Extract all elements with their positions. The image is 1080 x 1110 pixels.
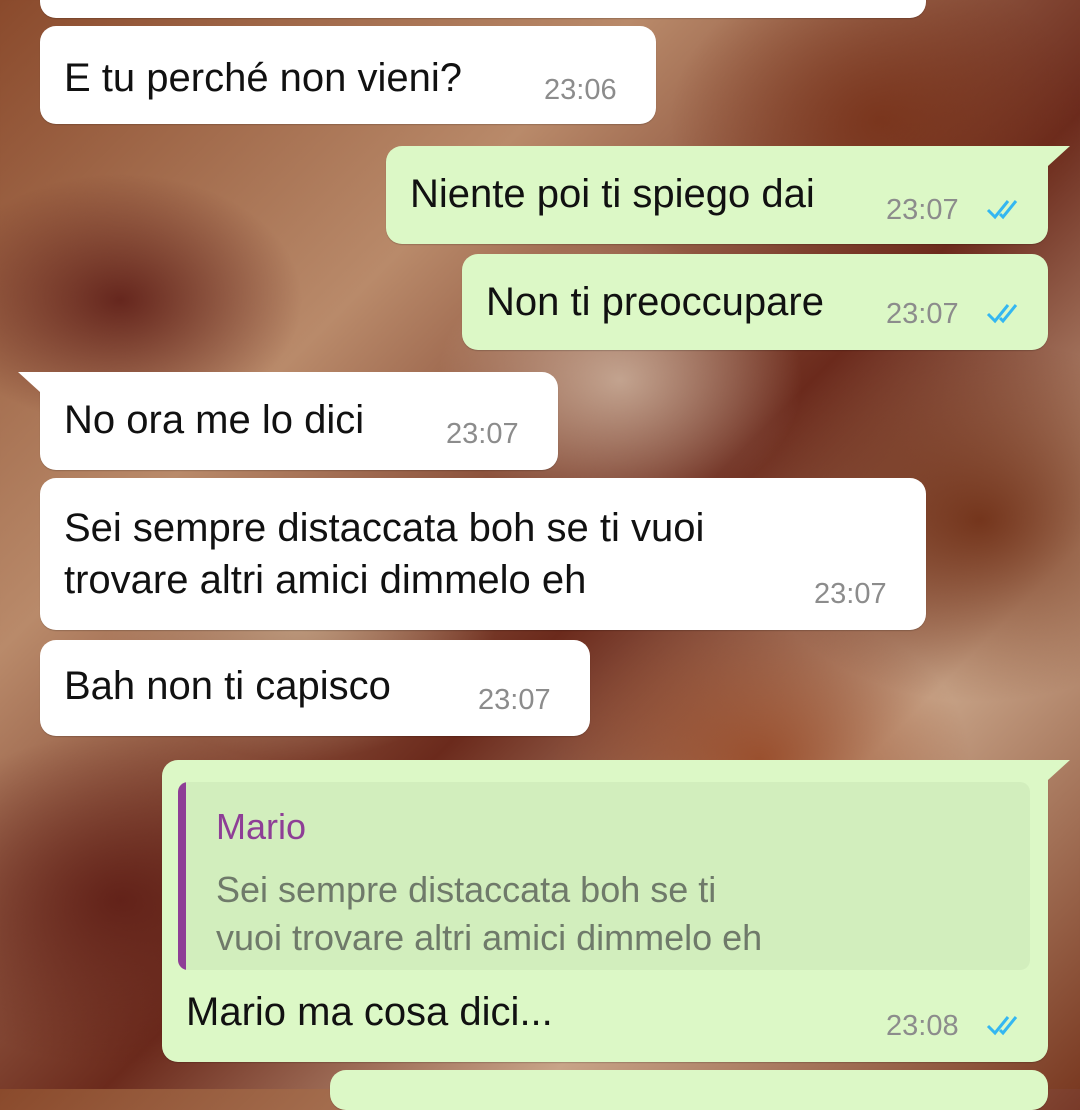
message-time: 23:07 (446, 418, 519, 450)
message-time: 23:07 (886, 298, 959, 330)
double-check-icon (986, 200, 1018, 220)
double-check-icon (986, 304, 1018, 324)
message-text: Non ti preoccupare (486, 280, 824, 324)
message-bubble-partial-bottom[interactable] (330, 1070, 1048, 1110)
bubble-tail (18, 372, 40, 392)
message-bubble-incoming[interactable]: No ora me lo dici 23:07 (40, 372, 558, 470)
message-bubble-partial-top[interactable] (40, 0, 926, 18)
quote-accent-bar (178, 782, 186, 970)
message-text: Sei sempre distaccata boh se ti vuoi tro… (64, 506, 705, 602)
quote-text: Sei sempre distaccata boh se ti vuoi tro… (216, 869, 763, 958)
message-time: 23:07 (886, 194, 959, 226)
quote-author: Mario (216, 806, 307, 847)
message-bubble-incoming[interactable]: E tu perché non vieni? 23:06 (40, 26, 656, 124)
message-text: Bah non ti capisco (64, 664, 391, 708)
message-time: 23:07 (478, 684, 551, 716)
bubble-tail (1048, 760, 1070, 780)
message-text: No ora me lo dici (64, 398, 365, 442)
reply-quote[interactable]: Mario Sei sempre distaccata boh se ti vu… (178, 782, 1030, 970)
message-bubble-outgoing[interactable]: Non ti preoccupare 23:07 (462, 254, 1048, 350)
double-check-icon (986, 1016, 1018, 1036)
message-text: Niente poi ti spiego dai (410, 172, 815, 216)
message-time: 23:07 (814, 578, 887, 610)
message-text: E tu perché non vieni? (64, 56, 463, 100)
message-time: 23:08 (886, 1010, 959, 1042)
message-bubble-outgoing-reply[interactable]: Mario Sei sempre distaccata boh se ti vu… (162, 760, 1048, 1062)
message-text: Mario ma cosa dici... (186, 990, 553, 1034)
message-bubble-incoming[interactable]: Bah non ti capisco 23:07 (40, 640, 590, 736)
message-bubble-outgoing[interactable]: Niente poi ti spiego dai 23:07 (386, 146, 1048, 244)
bubble-tail (1048, 146, 1070, 166)
message-time: 23:06 (544, 74, 617, 106)
message-bubble-incoming[interactable]: Sei sempre distaccata boh se ti vuoi tro… (40, 478, 926, 630)
